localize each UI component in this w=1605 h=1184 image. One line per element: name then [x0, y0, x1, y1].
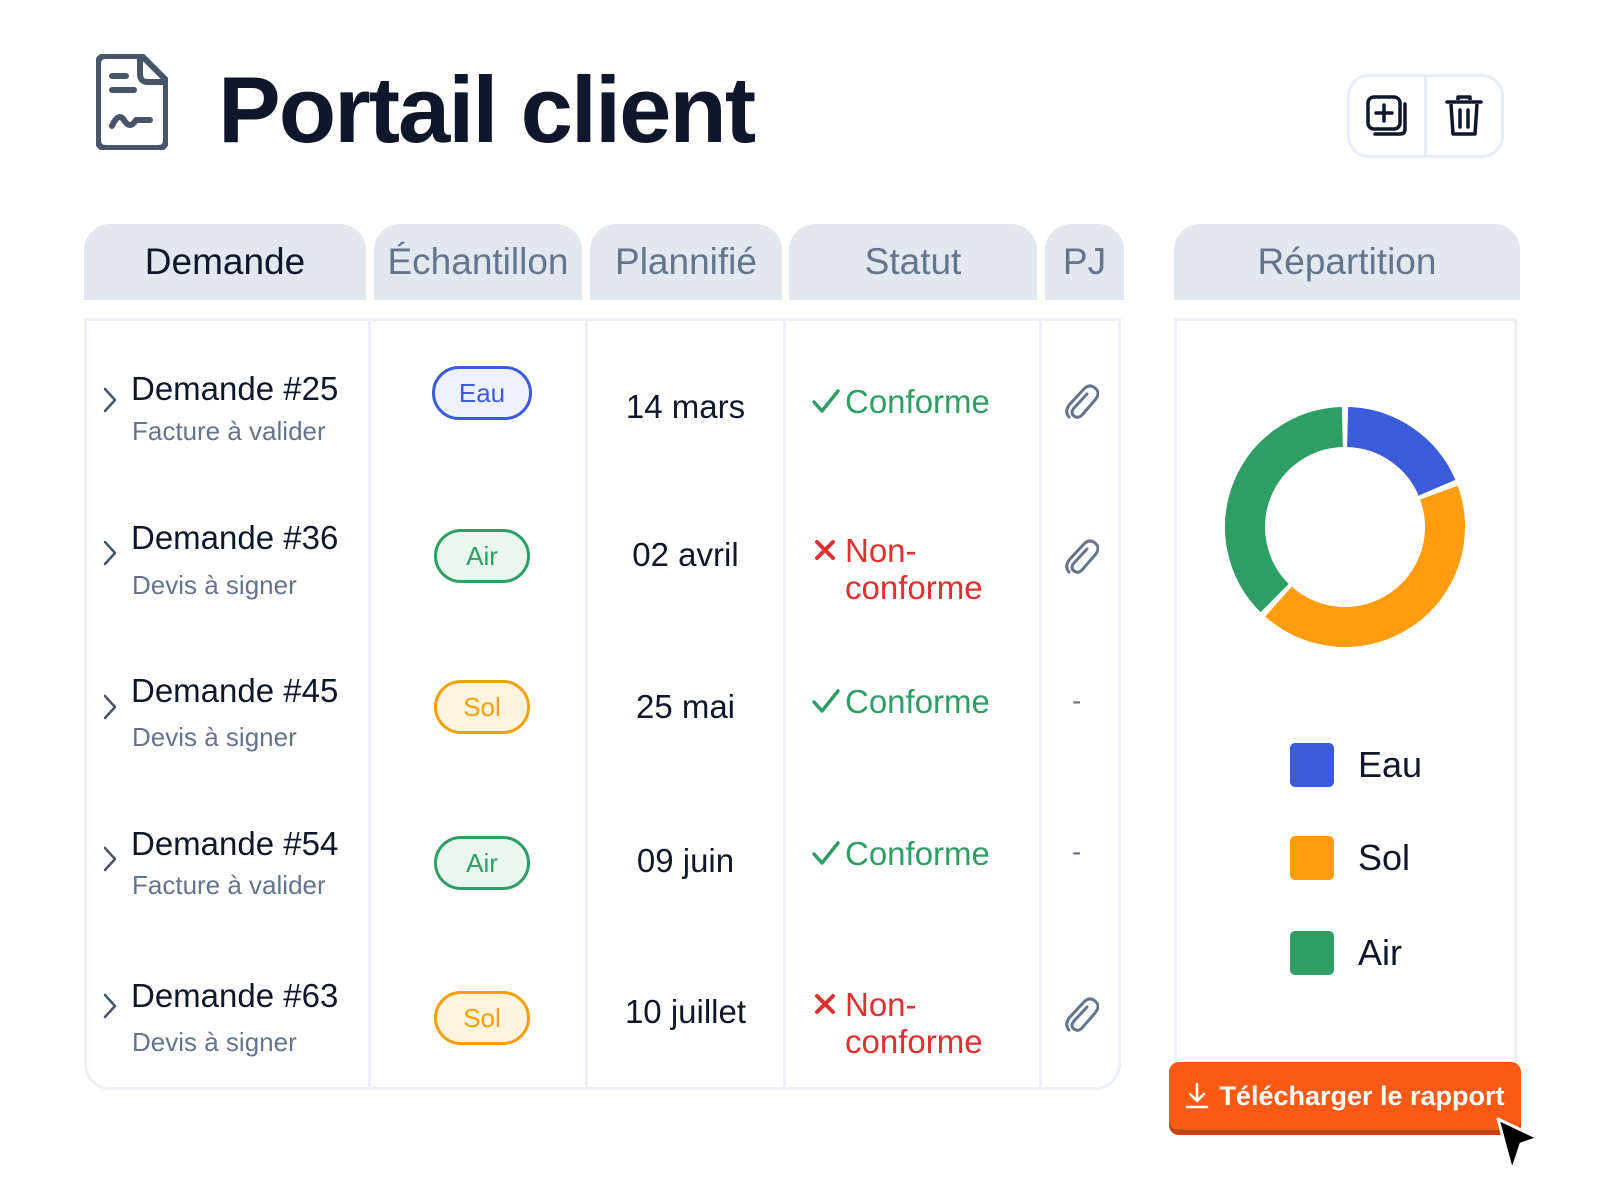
repartition-donut-chart: [1225, 407, 1465, 647]
legend-swatch-air: [1290, 931, 1334, 975]
download-button-label: Télécharger le rapport: [1219, 1080, 1505, 1111]
column-header-statut[interactable]: Statut: [789, 224, 1037, 300]
table-row[interactable]: Demande #36 Devis à signer Air 02 avril …: [0, 519, 1124, 645]
delete-button[interactable]: [1424, 77, 1501, 155]
status-text-line2: conforme: [845, 568, 983, 606]
table-row[interactable]: Demande #25 Facture à valider Eau 14 mar…: [0, 366, 1124, 490]
legend-item-eau: Eau: [1290, 740, 1422, 790]
status-label: Non- conforme: [812, 532, 983, 607]
status-label: Conforme: [812, 383, 990, 421]
copy-plus-icon: [1366, 95, 1407, 136]
donut-slice-sol: [1265, 485, 1465, 647]
request-subtitle: Facture à valider: [132, 416, 326, 446]
legend-item-sol: Sol: [1290, 833, 1410, 883]
cross-icon: [815, 540, 835, 560]
chevron-right-icon[interactable]: [100, 538, 120, 568]
sample-badge: Eau: [432, 366, 532, 420]
chevron-right-icon[interactable]: [100, 844, 120, 874]
donut-slice-air: [1225, 407, 1344, 613]
sample-badge: Sol: [434, 991, 530, 1045]
duplicate-button[interactable]: [1350, 77, 1424, 155]
header-actions: [1347, 74, 1504, 158]
status-text-line2: conforme: [845, 1022, 983, 1060]
request-title[interactable]: Demande #25: [131, 370, 338, 408]
column-header-echantillon[interactable]: Échantillon: [374, 224, 582, 300]
request-subtitle: Devis à signer: [132, 570, 297, 600]
planned-date: 25 mai: [635, 688, 736, 725]
table-row[interactable]: Demande #54 Facture à valider Air 09 jui…: [0, 825, 1124, 952]
request-title[interactable]: Demande #54: [131, 825, 338, 863]
planned-date: 02 avril: [632, 536, 739, 573]
no-attachment: -: [1072, 836, 1082, 867]
check-icon: [812, 841, 840, 865]
status-label: Conforme: [812, 835, 990, 873]
repartition-header: Répartition: [1174, 224, 1520, 300]
page-title: Portail client: [218, 57, 756, 162]
legend-label-eau: Eau: [1358, 744, 1423, 785]
table-row[interactable]: Demande #45 Devis à signer Sol 25 mai Co…: [0, 672, 1124, 798]
check-icon: [812, 689, 840, 713]
sample-badge: Air: [434, 836, 530, 890]
status-label: Non- conforme: [812, 986, 983, 1061]
request-title[interactable]: Demande #36: [131, 519, 338, 557]
planned-date: 10 juillet: [624, 993, 747, 1030]
chevron-right-icon[interactable]: [100, 991, 120, 1021]
paperclip-icon[interactable]: [1063, 382, 1099, 422]
legend-swatch-sol: [1290, 836, 1334, 880]
request-subtitle: Devis à signer: [132, 1027, 297, 1057]
planned-date: 14 mars: [625, 388, 746, 425]
download-icon: [1186, 1082, 1209, 1109]
chevron-right-icon[interactable]: [100, 692, 120, 722]
column-header-demande[interactable]: Demande: [84, 224, 366, 300]
request-subtitle: Facture à valider: [132, 870, 326, 900]
download-report-button[interactable]: Télécharger le rapport: [1169, 1062, 1521, 1130]
column-header-pj[interactable]: PJ: [1045, 224, 1124, 300]
cross-icon: [815, 994, 835, 1014]
sample-badge: Sol: [434, 680, 530, 734]
legend-item-air: Air: [1290, 928, 1402, 978]
status-label: Conforme: [812, 683, 990, 721]
request-subtitle: Devis à signer: [132, 722, 297, 752]
table-row[interactable]: Demande #63 Devis à signer Sol 10 juille…: [0, 977, 1124, 1107]
no-attachment: -: [1072, 685, 1082, 716]
chevron-right-icon[interactable]: [100, 385, 120, 415]
planned-date: 09 juin: [636, 842, 735, 879]
document-signature-icon: [96, 54, 168, 150]
mouse-cursor-icon: [1496, 1117, 1540, 1173]
paperclip-icon[interactable]: [1063, 537, 1099, 577]
request-title[interactable]: Demande #63: [131, 977, 338, 1015]
sample-badge: Air: [434, 529, 530, 583]
legend-label-air: Air: [1358, 932, 1402, 973]
paperclip-icon[interactable]: [1063, 995, 1099, 1035]
check-icon: [812, 389, 840, 413]
trash-icon: [1445, 95, 1483, 136]
legend-swatch-eau: [1290, 743, 1334, 787]
request-title[interactable]: Demande #45: [131, 672, 338, 710]
legend-label-sol: Sol: [1358, 837, 1411, 878]
donut-slice-eau: [1346, 407, 1456, 497]
column-header-plannifie[interactable]: Plannifié: [590, 224, 782, 300]
